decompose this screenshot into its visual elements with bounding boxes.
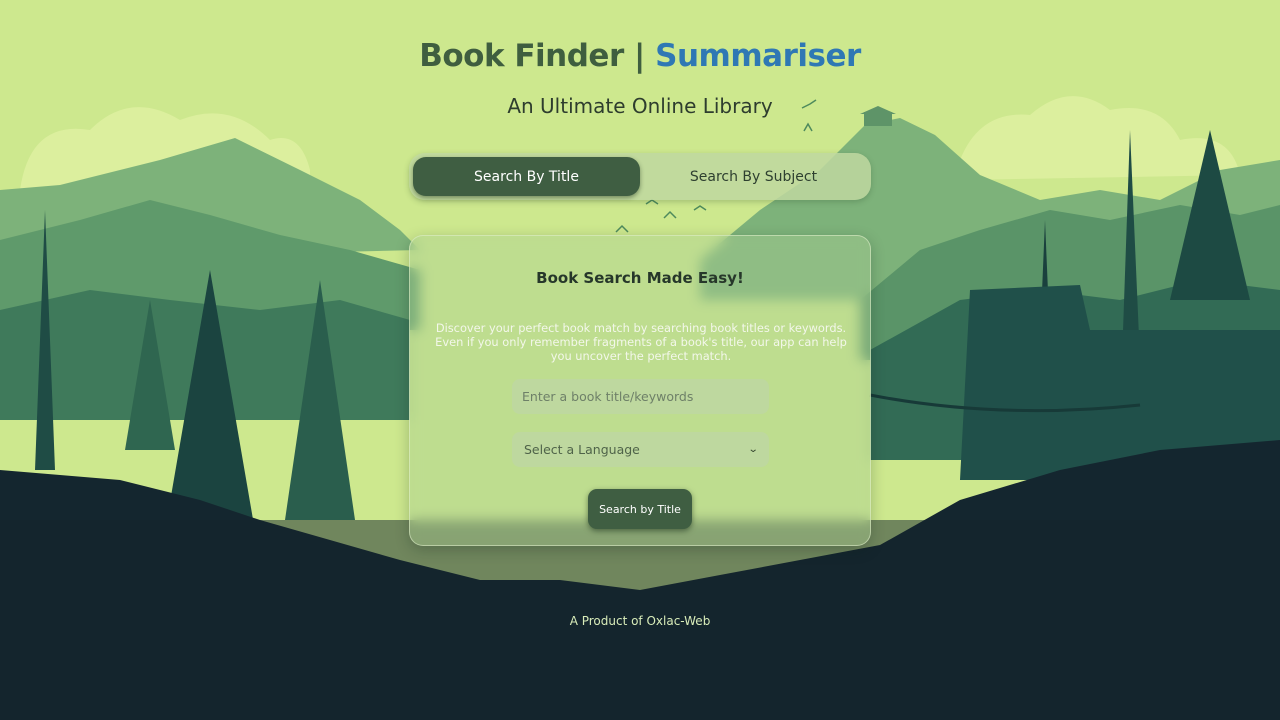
card-description: Discover your perfect book match by sear… xyxy=(435,321,847,363)
search-mode-tabs: Search By Title Search By Subject xyxy=(409,153,871,200)
tab-search-by-subject[interactable]: Search By Subject xyxy=(640,157,867,196)
search-by-title-button[interactable]: Search by Title xyxy=(588,489,692,529)
tab-search-by-title[interactable]: Search By Title xyxy=(413,157,640,196)
book-title-input[interactable] xyxy=(512,379,769,414)
language-select-value: Select a Language xyxy=(524,442,640,457)
page-content: Book Finder | Summariser An Ultimate Onl… xyxy=(0,0,1280,720)
title-main: Book Finder | xyxy=(419,38,656,74)
chevron-down-icon: ⌄ xyxy=(747,444,759,455)
page-subtitle: An Ultimate Online Library xyxy=(507,94,773,118)
title-accent: Summariser xyxy=(655,38,861,74)
language-select[interactable]: Select a Language ⌄ xyxy=(512,432,769,467)
footer-credit: A Product of Oxlac-Web xyxy=(569,614,711,628)
page-title: Book Finder | Summariser xyxy=(0,38,1280,74)
search-card: Book Search Made Easy! Discover your per… xyxy=(409,235,871,546)
card-heading: Book Search Made Easy! xyxy=(536,269,744,287)
